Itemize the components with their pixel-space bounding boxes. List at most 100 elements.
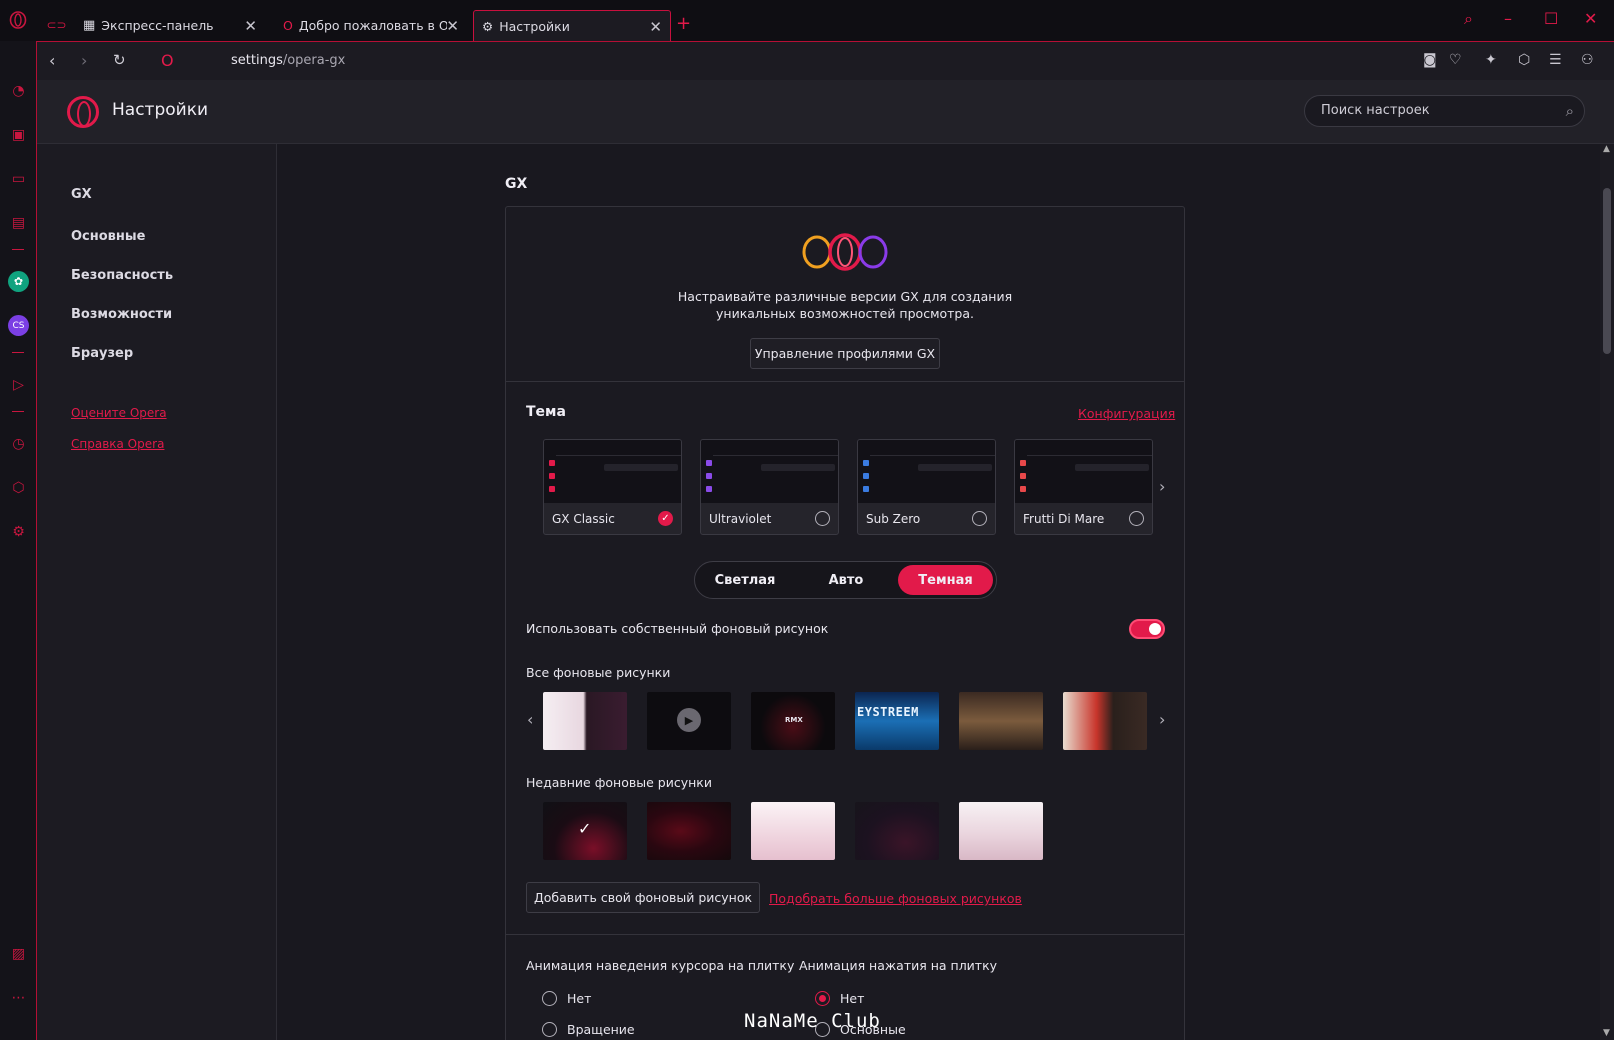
profile-icon[interactable]: ⚇ (1581, 52, 1594, 68)
custom-wallpaper-label: Использовать собственный фоновый рисунок (526, 621, 829, 636)
theme-card-ultraviolet[interactable]: Ultraviolet (700, 439, 839, 535)
forward-button[interactable]: › (81, 51, 87, 70)
search-tabs-icon[interactable]: ⌕ (1464, 9, 1473, 29)
chatgpt-icon[interactable]: ✿ (8, 271, 29, 292)
grid-icon: ▦ (83, 18, 96, 33)
theme-next-chevron-icon[interactable]: › (1159, 477, 1165, 496)
hover-option-none-label: Нет (567, 991, 592, 1006)
close-window-button[interactable]: ✕ (1584, 9, 1597, 28)
recent-wallpaper-thumb[interactable] (647, 802, 731, 860)
close-icon[interactable]: ✕ (446, 17, 459, 35)
theme-radio-selected[interactable]: ✓ (658, 511, 673, 526)
gx-intro-text: Настраивайте различные версии GX для соз… (660, 288, 1030, 322)
opera-menu-icon[interactable] (7, 9, 28, 30)
gaming-corner-icon[interactable]: ▣ (8, 124, 29, 145)
wallpaper-thumb-video[interactable]: ▶ (647, 692, 731, 750)
more-icon[interactable]: ⋯ (8, 987, 29, 1008)
theme-card-frutti-di-mare[interactable]: Frutti Di Mare (1014, 439, 1153, 535)
tab-speed-dial[interactable]: ▦ Экспресс-панель ✕ (75, 10, 265, 41)
easy-setup-icon[interactable]: ☰ (1549, 52, 1562, 68)
player-play-icon[interactable]: ▷ (8, 374, 29, 395)
hover-option-rotate-radio[interactable] (542, 1022, 557, 1037)
wallpaper-thumb[interactable] (1063, 692, 1147, 750)
nav-item-security[interactable]: Безопасность (71, 268, 173, 283)
opera-help-link[interactable]: Справка Opera (71, 437, 164, 451)
mode-auto[interactable]: Авто (803, 565, 889, 595)
tab-welcome[interactable]: O Добро пожаловать в Opera ✕ (275, 10, 467, 41)
url-field[interactable]: settings/opera-gx (231, 53, 345, 68)
settings-gear-icon[interactable]: ⚙ (8, 521, 29, 542)
reload-button[interactable]: ↻ (113, 51, 126, 69)
custom-wallpaper-toggle[interactable] (1129, 619, 1165, 639)
wallpaper-thumb[interactable] (959, 692, 1043, 750)
theme-preview (701, 440, 838, 503)
opera-icon: O (283, 18, 293, 33)
gx-control-icon[interactable]: ⊂⊃ (46, 14, 67, 35)
camera-icon[interactable]: ◙ (1423, 52, 1437, 68)
wallpaper-prev-chevron-icon[interactable]: ‹ (527, 710, 533, 729)
back-button[interactable]: ‹ (49, 51, 55, 70)
wallpaper-thumb-text: RMX (785, 716, 803, 724)
wallpaper-thumb[interactable]: RMX (751, 692, 835, 750)
cube-icon[interactable]: ⬡ (1518, 52, 1530, 68)
theme-radio[interactable] (1129, 511, 1144, 526)
tab-title: Настройки (499, 18, 570, 34)
scroll-up-arrow[interactable]: ▲ (1603, 144, 1610, 154)
nav-item-browser[interactable]: Браузер (71, 346, 133, 361)
tab-title: Экспресс-панель (101, 18, 214, 33)
more-wallpapers-link[interactable]: Подобрать больше фоновых рисунков (769, 891, 1022, 906)
player-icon[interactable]: ▤ (8, 212, 29, 233)
theme-card-sub-zero[interactable]: Sub Zero (857, 439, 996, 535)
chatsonic-icon[interactable]: CS (8, 315, 29, 336)
speedometer-icon[interactable]: ◔ (8, 80, 29, 101)
click-option-none-label: Нет (840, 991, 865, 1006)
heart-icon[interactable]: ♡ (1449, 52, 1462, 68)
theme-card-gx-classic[interactable]: GX Classic ✓ (543, 439, 682, 535)
theme-name: Ultraviolet (709, 512, 772, 526)
manage-gx-profiles-button[interactable]: Управление профилями GX (750, 338, 940, 369)
twitch-icon[interactable]: ▭ (8, 168, 29, 189)
recent-wallpaper-thumb[interactable] (855, 802, 939, 860)
minimize-button[interactable]: – (1504, 9, 1512, 28)
gallery-icon[interactable]: ▨ (8, 943, 29, 964)
scroll-thumb[interactable] (1603, 188, 1611, 354)
theme-radio[interactable] (972, 511, 987, 526)
recent-wallpaper-thumb-selected[interactable]: ✓ (543, 802, 627, 860)
hover-option-none-radio[interactable] (542, 991, 557, 1006)
wallpaper-thumb[interactable]: EYSTREEM (855, 692, 939, 750)
scrollbar[interactable]: ▲ ▼ (1600, 144, 1614, 1040)
add-wallpaper-button[interactable]: Добавить свой фоновый рисунок (526, 882, 760, 913)
extensions-cube-icon[interactable]: ⬡ (8, 477, 29, 498)
click-option-none-radio[interactable] (815, 991, 830, 1006)
gx-intro-line2: уникальных возможностей просмотра. (716, 306, 974, 321)
scroll-down-arrow[interactable]: ▼ (1603, 1028, 1610, 1038)
theme-radio[interactable] (815, 511, 830, 526)
nav-item-basic[interactable]: Основные (71, 229, 145, 244)
wallpaper-thumb[interactable] (543, 692, 627, 750)
maximize-button[interactable]: ☐ (1544, 9, 1558, 28)
history-icon[interactable]: ◷ (8, 433, 29, 454)
mode-light[interactable]: Светлая (701, 565, 789, 595)
theme-preview (858, 440, 995, 503)
card-divider (505, 934, 1185, 935)
new-tab-button[interactable]: + (676, 13, 691, 34)
click-animation-title: Анимация нажатия на плитку (799, 958, 998, 973)
watermark-text: NaNaMe Club (744, 1010, 881, 1032)
mode-dark[interactable]: Темная (898, 565, 993, 595)
vpn-icon[interactable]: ✦ (1485, 52, 1497, 68)
recent-wallpaper-thumb[interactable] (751, 802, 835, 860)
tab-settings[interactable]: ⚙ Настройки ✕ (473, 10, 671, 41)
nav-item-gx[interactable]: GX (71, 187, 92, 202)
theme-preview (1015, 440, 1152, 503)
theme-name: GX Classic (552, 512, 615, 526)
search-input[interactable] (1321, 103, 1541, 118)
settings-search[interactable]: ⌕ (1304, 95, 1585, 127)
close-icon[interactable]: ✕ (244, 17, 257, 35)
nav-item-features[interactable]: Возможности (71, 307, 172, 322)
close-icon[interactable]: ✕ (649, 18, 662, 36)
rate-opera-link[interactable]: Оцените Opera (71, 406, 167, 420)
configuration-link[interactable]: Конфигурация (1078, 406, 1175, 421)
wallpaper-next-chevron-icon[interactable]: › (1159, 710, 1165, 729)
recent-wallpaper-thumb[interactable] (959, 802, 1043, 860)
gx-profiles-logo (802, 233, 888, 271)
